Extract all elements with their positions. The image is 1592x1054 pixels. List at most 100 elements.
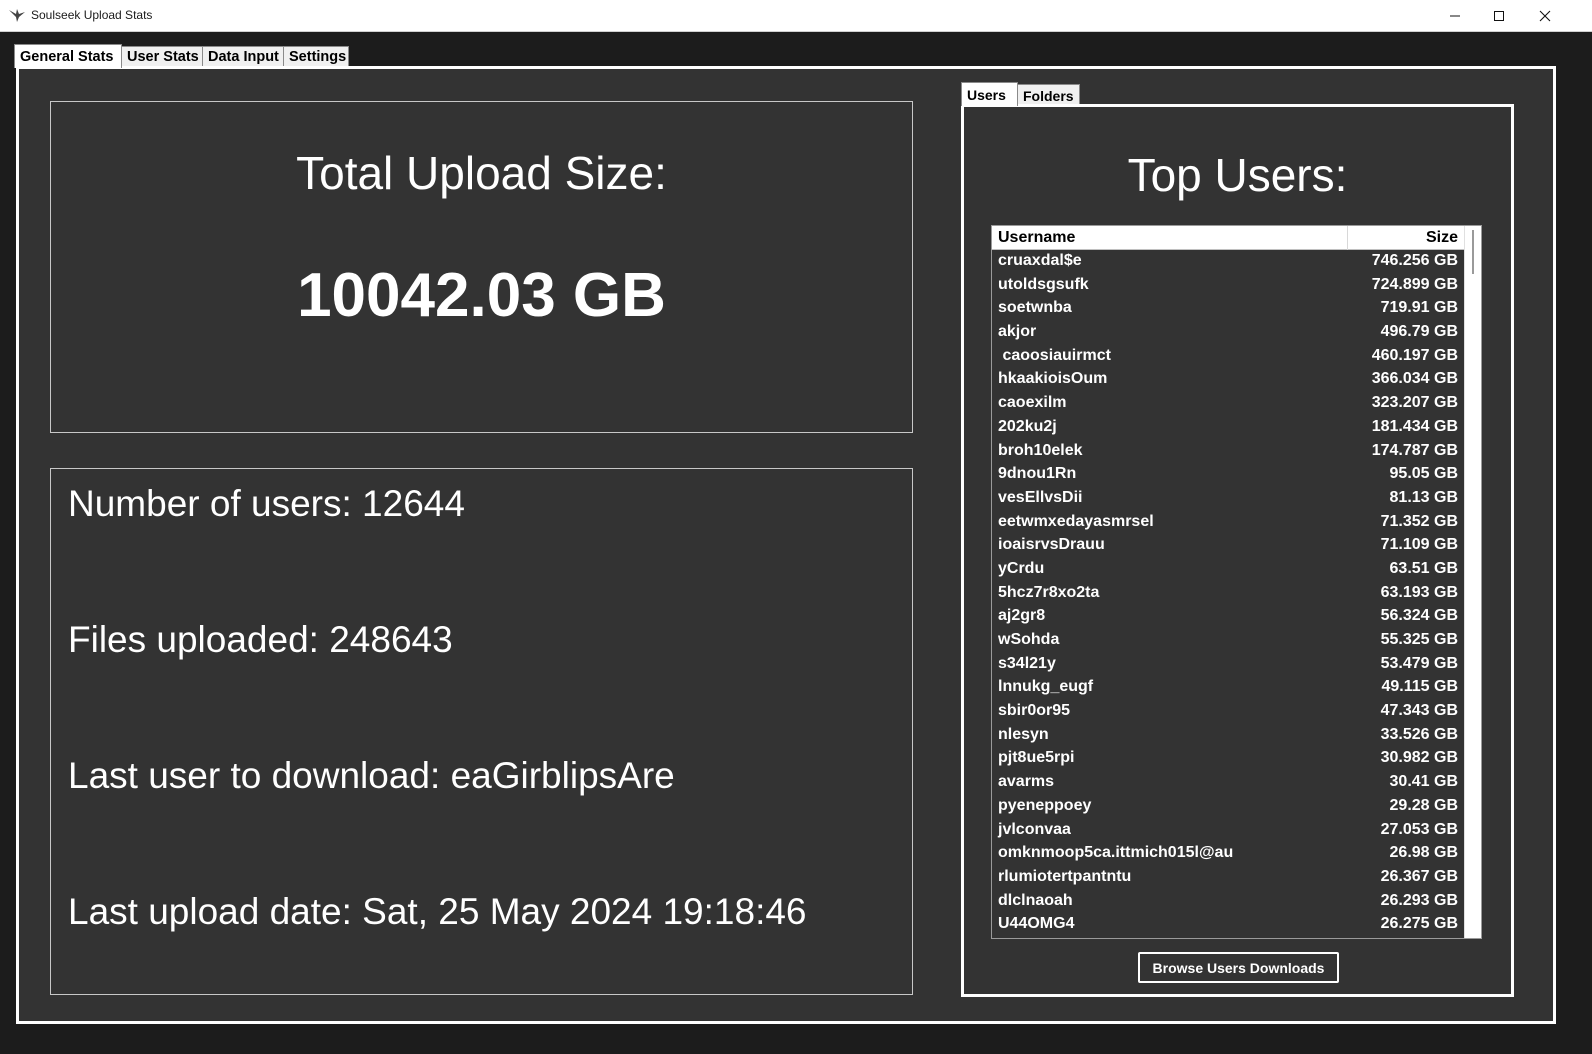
list-item-username: pjt8ue5rpi	[998, 749, 1075, 767]
list-item-size: 30.982 GB	[1380, 749, 1458, 767]
column-header-size[interactable]: Size	[1426, 229, 1458, 247]
list-item-size: 26.275 GB	[1380, 915, 1458, 933]
list-rows: cruaxdal$e 746.256 GB utoldsgsufk 724.899 G…	[992, 250, 1464, 937]
maximize-icon	[1494, 10, 1504, 21]
list-item[interactable]: caoexilm 323.207 GB	[992, 392, 1464, 416]
list-item[interactable]: utoldsgsufk 724.899 GB	[992, 274, 1464, 298]
list-item-username: dlclnaoah	[998, 891, 1073, 909]
list-item[interactable]: rlumiotertpantntu 26.367 GB	[992, 866, 1464, 890]
list-item-username: sbir0or95	[998, 702, 1071, 720]
list-item[interactable]: pjt8ue5rpi 30.982 GB	[992, 747, 1464, 771]
list-item-username: soetwnba	[998, 299, 1072, 317]
list-item-size: 30.41 GB	[1389, 773, 1458, 791]
total-upload-panel: Total Upload Size: 10042.03 GB	[50, 101, 913, 433]
list-item[interactable]: omknmoop5ca.ittmich015l@au 26.98 GB	[992, 842, 1464, 866]
list-item[interactable]: sbir0or95 47.343 GB	[992, 700, 1464, 724]
list-item[interactable]: akjor 496.79 GB	[992, 321, 1464, 345]
scrollbar-thumb[interactable]	[1472, 230, 1474, 274]
list-item-size: 71.352 GB	[1380, 512, 1458, 530]
general-stats-content: Total Upload Size: 10042.03 GB Number of…	[19, 69, 1553, 1021]
list-item-size: 460.197 GB	[1371, 346, 1458, 364]
list-item-username: eetwmxedayasmrsel	[998, 512, 1154, 530]
list-item-size: 26.293 GB	[1380, 891, 1458, 909]
list-item-size: 26.98 GB	[1389, 844, 1458, 862]
list-item-username: akjor	[998, 323, 1037, 341]
top-users-list[interactable]: Username Size cruaxdal$e 746.256 GB utolds…	[991, 225, 1482, 939]
list-item[interactable]: s34l21y 53.479 GB	[992, 653, 1464, 677]
list-item-size: 56.324 GB	[1380, 607, 1458, 625]
number-of-users: Number of users: 12644	[68, 483, 465, 524]
list-item-username: hkaakioisOum	[998, 370, 1108, 388]
list-item[interactable]: eetwmxedayasmrsel 71.352 GB	[992, 511, 1464, 535]
minimize-button[interactable]	[1432, 0, 1478, 31]
list-item[interactable]: caoosiauirmct 460.197 GB	[992, 345, 1464, 369]
list-item-username: wSohda	[998, 631, 1060, 648]
list-item[interactable]: lnnukg_eugf 49.115 GB	[992, 676, 1464, 700]
list-item[interactable]: jvlconvaa 27.053 GB	[992, 819, 1464, 843]
minimize-icon	[1450, 15, 1460, 16]
list-item-size: 323.207 GB	[1371, 394, 1458, 412]
list-item-username: pyeneppoey	[998, 796, 1092, 814]
tab-folders[interactable]: Folders	[1017, 84, 1080, 106]
users-page: Top Users: Username Size cruaxdal$e 746.2…	[961, 104, 1514, 997]
list-item[interactable]: cruaxdal$e 746.256 GB	[992, 250, 1464, 274]
list-item-size: 27.053 GB	[1380, 820, 1458, 838]
list-item-username: jvlconvaa	[998, 820, 1071, 838]
list-item[interactable]: pyeneppoey 29.28 GB	[992, 795, 1464, 819]
tab-data-input[interactable]: Data Input	[202, 46, 284, 66]
list-item[interactable]: ioaisrvsDrauu 71.109 GB	[992, 534, 1464, 558]
list-item[interactable]: 9dnou1Rn 95.05 GB	[992, 463, 1464, 487]
list-item-size: 719.91 GB	[1380, 299, 1458, 317]
tab-settings[interactable]: Settings	[283, 46, 349, 66]
list-item-username: caoexilm	[998, 394, 1067, 412]
list-item-size: 63.51 GB	[1389, 559, 1458, 577]
tab-users[interactable]: Users	[961, 82, 1018, 106]
list-item-size: 33.526 GB	[1380, 725, 1458, 743]
list-item-username: utoldsgsufk	[998, 275, 1089, 293]
list-item-size: 496.79 GB	[1380, 323, 1458, 341]
top-users-heading: Top Users:	[1127, 149, 1348, 201]
list-item-size: 55.325 GB	[1380, 631, 1458, 648]
list-item-size: 81.13 GB	[1389, 488, 1458, 506]
list-item-username: ioaisrvsDrauu	[998, 536, 1105, 554]
list-item-username: s34l21y	[998, 654, 1056, 672]
list-item[interactable]: U44OMG4 26.275 GB	[992, 913, 1464, 937]
column-divider[interactable]	[1347, 226, 1348, 250]
list-item[interactable]: aj2gr8 56.324 GB	[992, 605, 1464, 629]
list-item[interactable]: vesEllvsDii 81.13 GB	[992, 487, 1464, 511]
list-item[interactable]: nlesyn 33.526 GB	[992, 724, 1464, 748]
list-item[interactable]: avarms 30.41 GB	[992, 771, 1464, 795]
general-stats-page: Total Upload Size: 10042.03 GB Number of…	[16, 66, 1556, 1024]
list-item-size: 47.343 GB	[1380, 702, 1458, 720]
list-item[interactable]: wSohda 55.325 GB	[992, 629, 1464, 653]
list-item-username: avarms	[998, 773, 1055, 791]
list-item[interactable]: dlclnaoah 26.293 GB	[992, 890, 1464, 914]
list-item-size: 174.787 GB	[1371, 441, 1458, 459]
list-scrollbar[interactable]	[1464, 226, 1481, 938]
list-item[interactable]: broh10elek 174.787 GB	[992, 440, 1464, 464]
close-icon	[1539, 10, 1551, 21]
list-item-size: 71.109 GB	[1380, 536, 1458, 554]
column-header-username[interactable]: Username	[998, 229, 1075, 247]
total-upload-value: 10042.03 GB	[297, 261, 666, 330]
list-item[interactable]: yCrdu 63.51 GB	[992, 558, 1464, 582]
list-item[interactable]: hkaakioisOum 366.034 GB	[992, 368, 1464, 392]
list-item-size: 746.256 GB	[1371, 252, 1458, 269]
list-item-username: 9dnou1Rn	[998, 465, 1077, 483]
title-bar: Soulseek Upload Stats	[0, 0, 1592, 32]
maximize-button[interactable]	[1476, 0, 1522, 31]
tab-general-stats[interactable]: General Stats	[14, 44, 122, 68]
list-item[interactable]: soetwnba 719.91 GB	[992, 297, 1464, 321]
list-item[interactable]: 202ku2j 181.434 GB	[992, 416, 1464, 440]
list-item-username: yCrdu	[998, 559, 1045, 577]
list-item-username: cruaxdal$e	[998, 252, 1082, 269]
list-item-username: broh10elek	[998, 441, 1083, 459]
total-upload-heading: Total Upload Size:	[296, 147, 667, 199]
list-item-username: rlumiotertpantntu	[998, 867, 1132, 885]
browse-users-downloads-button[interactable]: Browse Users Downloads	[1138, 952, 1339, 983]
tab-user-stats[interactable]: User Stats	[121, 46, 203, 66]
close-button[interactable]	[1522, 0, 1568, 31]
list-item[interactable]: 5hcz7r8xo2ta 63.193 GB	[992, 582, 1464, 606]
list-item-size: 724.899 GB	[1371, 275, 1458, 293]
list-item-username: aj2gr8	[998, 607, 1046, 625]
